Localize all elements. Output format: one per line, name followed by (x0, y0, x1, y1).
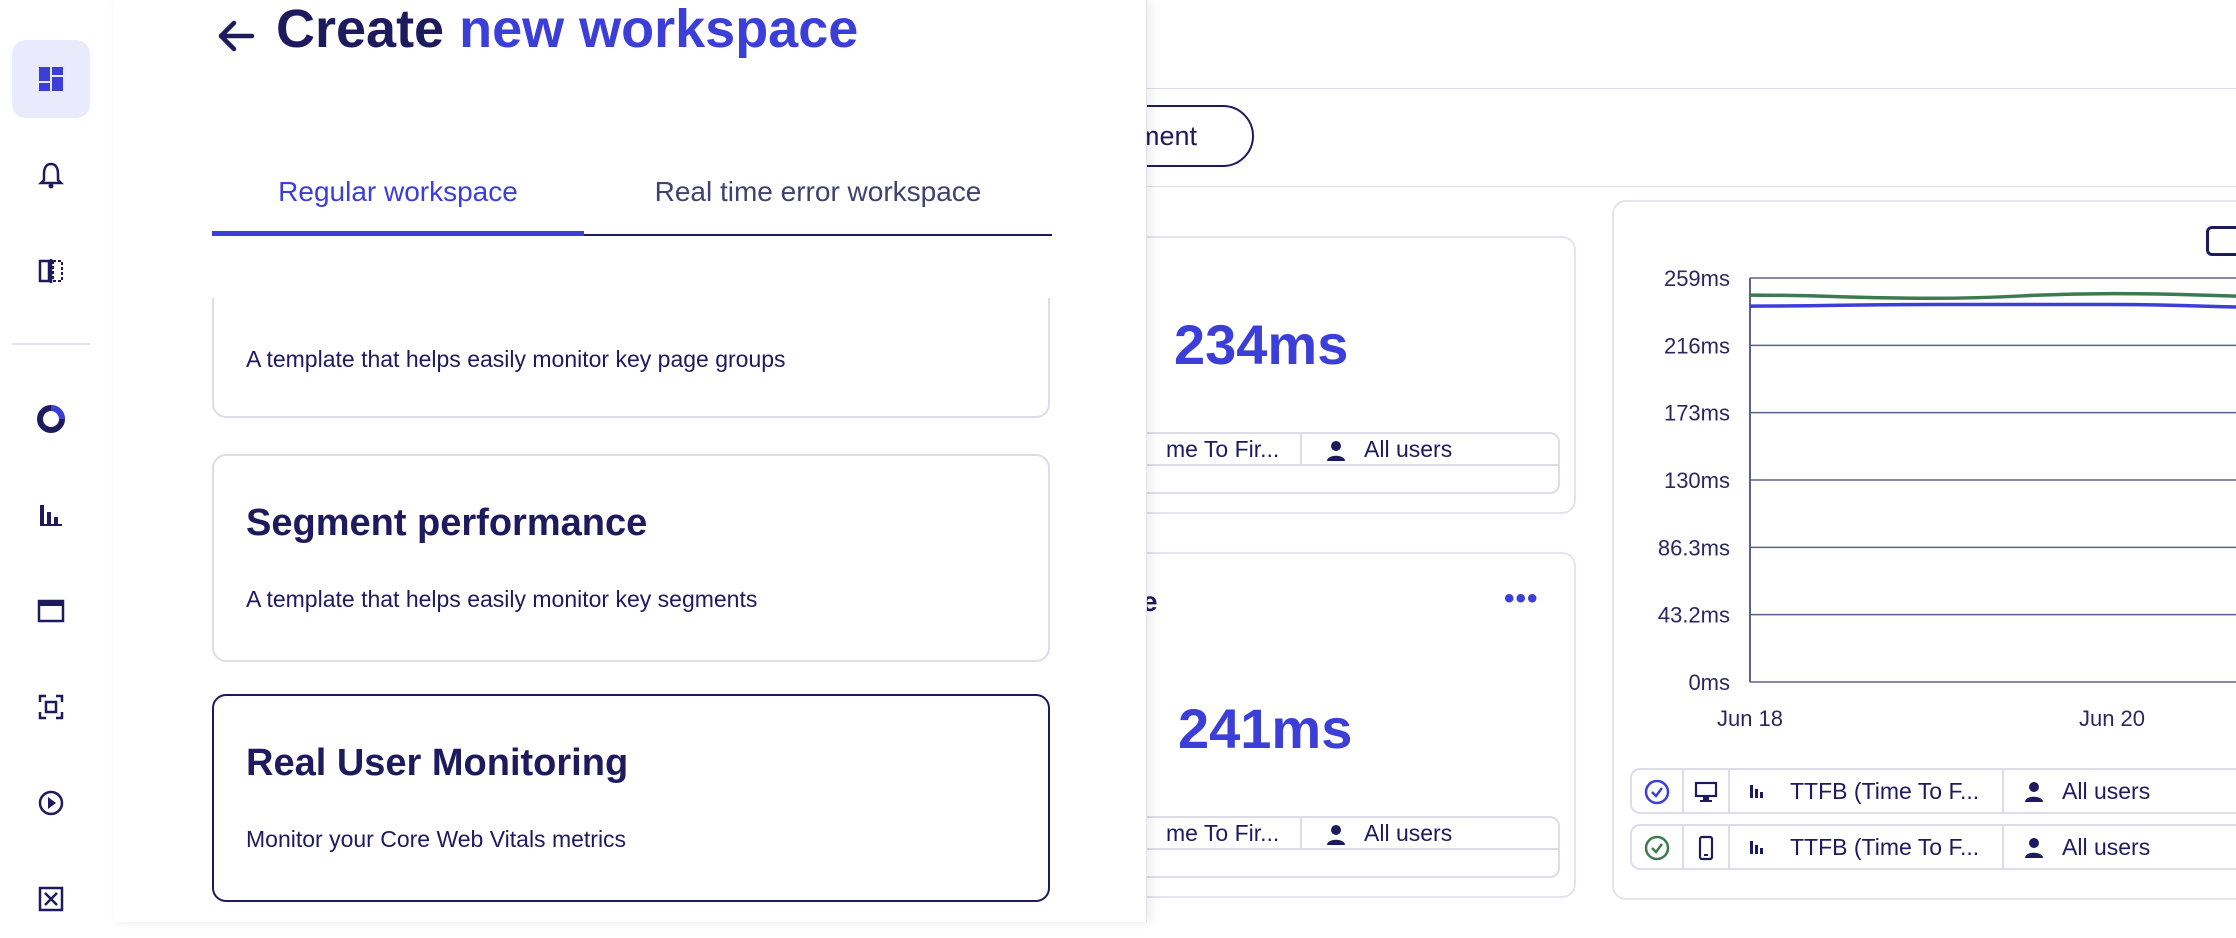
back-arrow-icon[interactable] (214, 14, 258, 58)
metric-value: 241ms (1178, 697, 1353, 760)
template-card-segment-performance[interactable]: Segment performance A template that help… (212, 454, 1050, 662)
x-tick-label: Jun 18 (1717, 706, 1783, 730)
user-icon (1326, 818, 1346, 848)
title-prefix: Create (276, 0, 445, 59)
metric-value: 234ms (1174, 313, 1349, 376)
sidebar-item-integrations[interactable] (12, 860, 90, 938)
sidebar-divider (12, 343, 90, 345)
legend-audience-label: All users (2062, 778, 2151, 804)
legend-audience-label: All users (2062, 834, 2151, 860)
dashboard-icon (39, 67, 63, 91)
legend-separator (2002, 770, 2004, 812)
user-icon (2025, 782, 2043, 802)
bar-chart-icon (40, 505, 62, 526)
y-tick-label: 173ms (1664, 401, 1730, 426)
browser-window-icon (37, 599, 65, 623)
template-description: A template that helps easily monitor key… (246, 586, 758, 612)
metric-chip-label: me To Fir... (1166, 820, 1280, 846)
legend-metric-label: TTFB (Time To F... (1790, 834, 1980, 860)
series-line-1 (1749, 302, 2236, 309)
y-tick-label: 43.2ms (1658, 603, 1730, 628)
capture-icon (38, 694, 64, 720)
tab-real-time-error-workspace[interactable]: Real time error workspace (584, 160, 1052, 232)
legend-separator (1728, 770, 1730, 812)
sidebar-item-alerts[interactable] (12, 136, 90, 214)
mobile-phone-icon (1698, 835, 1714, 861)
legend-row-mobile[interactable]: TTFB (Time To F... All users (1630, 824, 2236, 870)
legend-separator (1728, 826, 1730, 868)
desktop-icon (1694, 781, 1718, 802)
toolbar-divider (1146, 186, 2236, 187)
title-accent: new workspace (459, 0, 859, 59)
user-icon (1326, 434, 1346, 464)
legend-separator (1682, 826, 1684, 868)
y-tick-label: 0ms (1688, 670, 1730, 695)
header-divider (1146, 88, 2236, 89)
series-check-icon[interactable] (1644, 779, 1670, 805)
sidebar-item-overview[interactable] (12, 380, 90, 458)
templates-list: A template that helps easily monitor key… (114, 298, 1146, 922)
bell-icon (38, 162, 64, 189)
workspace-type-tabs: Regular workspace Real time error worksp… (212, 160, 1052, 236)
compare-icon (38, 259, 63, 283)
bar-chart-icon (1750, 785, 1763, 798)
metric-chip-label: me To Fir... (1166, 436, 1280, 462)
play-circle-icon (38, 790, 64, 816)
legend-separator (1682, 770, 1684, 812)
bar-chart-icon (1750, 841, 1763, 854)
chip-separator (1300, 818, 1302, 848)
template-card-real-user-monitoring[interactable]: Real User Monitoring Monitor your Core W… (212, 694, 1050, 902)
template-card-page-groups[interactable]: A template that helps easily monitor key… (212, 298, 1050, 418)
y-tick-label: 259ms (1664, 266, 1730, 291)
sidebar (0, 0, 115, 922)
template-title: Segment performance (246, 502, 648, 544)
template-description: A template that helps easily monitor key… (246, 346, 786, 372)
legend-separator (2002, 826, 2004, 868)
template-description: Monitor your Core Web Vitals metrics (246, 826, 627, 852)
sidebar-item-sessions[interactable] (12, 764, 90, 842)
donut-chart-icon (37, 405, 65, 433)
user-icon (2025, 838, 2043, 858)
puzzle-icon (38, 886, 64, 912)
y-tick-label: 130ms (1664, 468, 1730, 493)
legend-metric-label: TTFB (Time To F... (1790, 778, 1980, 804)
series-check-icon[interactable] (1644, 835, 1670, 861)
x-tick-label: Jun 20 (2079, 706, 2145, 730)
sidebar-item-dashboards[interactable] (12, 40, 90, 118)
legend-row-desktop[interactable]: TTFB (Time To F... All users (1630, 768, 2236, 814)
tab-regular-workspace[interactable]: Regular workspace (212, 160, 584, 236)
series-line-0 (1749, 291, 2236, 301)
template-title: Real User Monitoring (246, 742, 629, 784)
audience-label: All users (1364, 436, 1453, 462)
y-tick-label: 86.3ms (1658, 535, 1730, 560)
sidebar-item-compare[interactable] (12, 232, 90, 310)
sidebar-item-metrics[interactable] (12, 476, 90, 554)
chip-separator (1300, 434, 1302, 464)
sidebar-item-pages[interactable] (12, 572, 90, 650)
page-title: Create new workspace (276, 0, 858, 60)
y-tick-label: 216ms (1664, 333, 1730, 358)
audience-label: All users (1364, 820, 1453, 846)
more-options-icon[interactable]: ••• (1504, 582, 1539, 616)
line-chart: 259ms 216ms 173ms 130ms 86.3ms 43.2ms 0ms Jun 1… (1658, 266, 2236, 730)
sidebar-item-snapshots[interactable] (12, 668, 90, 746)
create-workspace-panel: Create new workspace Regular workspace R… (114, 0, 1147, 922)
chart-options-button[interactable] (2206, 226, 2236, 256)
